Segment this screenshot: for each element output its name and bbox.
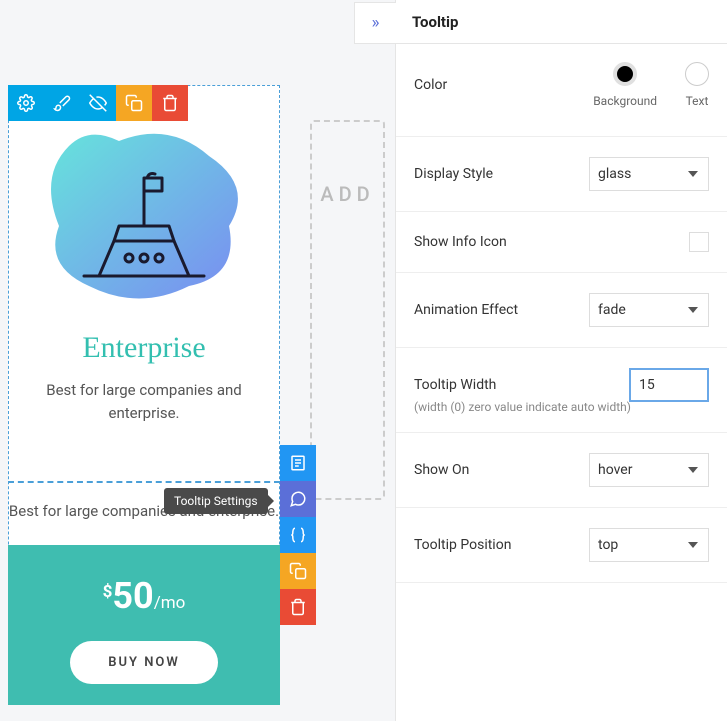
show-on-label: Show On [414,462,469,478]
animation-select[interactable]: fade [589,293,709,327]
show-on-select[interactable]: hover [589,453,709,487]
width-input[interactable] [629,368,709,402]
display-style-select[interactable]: glass [589,157,709,191]
display-style-label: Display Style [414,166,493,182]
row-show-info-icon: Show Info Icon [396,212,727,273]
width-hint: (width (0) zero value indicate auto widt… [396,400,727,433]
color-bg-caption: Background [593,94,657,108]
section-divider [8,481,280,483]
row-display-style: Display Style glass [396,137,727,212]
panel-title: Tooltip [412,13,458,31]
content-button[interactable] [280,445,316,481]
panel-header: » Tooltip [396,0,727,44]
row-color: Color Background Text [396,44,727,137]
card-toolbar-top [8,85,188,121]
currency-symbol: $ [103,582,113,602]
buy-now-button[interactable]: BUY NOW [70,641,218,684]
row-show-on: Show On hover [396,433,727,508]
tooltip-settings-label: Tooltip Settings [164,488,268,514]
card-description: Best for large companies and enterprise. [29,379,259,424]
price-amount: 50 [112,575,153,617]
price: $50/mo [8,575,280,617]
row-tooltip-position: Tooltip Position top [396,508,727,583]
color-background-option[interactable]: Background [593,62,657,108]
duplicate-element-button[interactable] [280,553,316,589]
card-title: Enterprise [29,331,259,365]
width-label: Tooltip Width [414,377,496,393]
swatch-white [685,62,709,86]
visibility-button[interactable] [80,85,116,121]
color-text-option[interactable]: Text [685,62,709,108]
swatch-black [613,62,637,86]
add-module-placeholder[interactable]: ADD [310,120,385,500]
show-info-label: Show Info Icon [414,234,507,250]
show-info-checkbox[interactable] [689,232,709,252]
panel-collapse-button[interactable]: » [354,2,396,44]
settings-button[interactable] [8,85,44,121]
brush-button[interactable] [44,85,80,121]
color-text-caption: Text [686,94,709,108]
delete-button[interactable] [152,85,188,121]
row-animation-effect: Animation Effect fade [396,273,727,348]
code-button[interactable] [280,517,316,553]
settings-panel: » Tooltip Color Background Text Display … [395,0,727,721]
add-module-label: ADD [320,182,374,206]
position-select[interactable]: top [589,528,709,562]
duplicate-button[interactable] [116,85,152,121]
price-period: /mo [154,593,186,613]
tooltip-settings-button[interactable] [280,481,316,517]
animation-label: Animation Effect [414,302,518,318]
position-label: Tooltip Position [414,537,511,553]
price-block: $50/mo BUY NOW [8,545,280,705]
color-label: Color [414,77,447,93]
element-toolbar-side [280,445,316,625]
card-illustration [29,116,259,316]
delete-element-button[interactable] [280,589,316,625]
